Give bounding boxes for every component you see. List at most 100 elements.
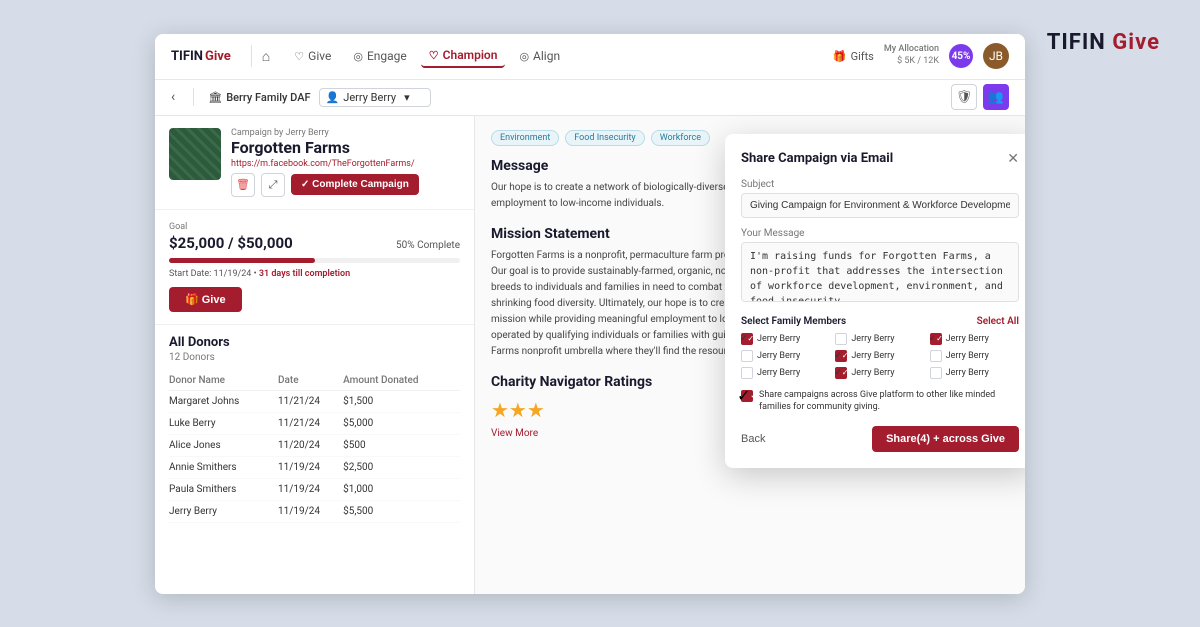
family-section-label: Select Family Members Select All [741,316,1019,327]
family-member-name: Jerry Berry [946,368,989,378]
nav-brand-tifin: TIFIN [171,49,203,64]
donor-name: Paula Smithers [169,478,278,500]
campaign-image [169,128,221,180]
shield-icon-btn[interactable]: 🛡 [951,84,977,110]
table-row: Margaret Johns 11/21/24 $1,500 [169,390,460,412]
select-all-link[interactable]: Select All [977,316,1019,327]
share-platforms: ✓ Share campaigns across Give platform t… [741,389,1019,414]
family-grid: ✓ Jerry Berry Jerry Berry ✓ Jerry Berry … [741,333,1019,379]
family-member-name: Jerry Berry [946,351,989,361]
message-textarea[interactable] [741,242,1019,302]
family-member-checkbox[interactable]: ✓ [930,333,942,345]
family-member: Jerry Berry [930,350,1019,362]
family-member-name: Jerry Berry [946,334,989,344]
col-donor-name: Donor Name [169,371,278,391]
goal-section: Goal $25,000 / $50,000 50% Complete Star… [155,210,474,325]
campaign-url[interactable]: https://m.facebook.com/TheForgottenFarms… [231,159,460,169]
donor-amount: $5,000 [343,412,460,434]
donor-name: Annie Smithers [169,456,278,478]
table-row: Luke Berry 11/21/24 $5,000 [169,412,460,434]
donor-name: Luke Berry [169,412,278,434]
donor-date: 11/19/24 [278,478,343,500]
modal-close-button[interactable]: ✕ [1007,150,1019,167]
family-member-checkbox[interactable]: ✓ [835,367,847,379]
family-member-checkbox[interactable]: ✓ [741,333,753,345]
allocation-block: My Allocation $ 5K / 12K [884,44,939,67]
delete-button[interactable]: 🗑 [231,173,255,197]
chevron-down-icon: ▾ [404,91,410,104]
nav-engage[interactable]: ◎ Engage [345,45,414,67]
user-select[interactable]: 👤 Jerry Berry ▾ [319,88,431,107]
daf-label: 🏛 Berry Family DAF [208,91,310,104]
share-button[interactable]: ⤢ [261,173,285,197]
nav-give[interactable]: ♡ Give [286,45,339,67]
family-member-name: Jerry Berry [851,368,894,378]
campaign-info: Campaign by Jerry Berry Forgotten Farms … [231,128,460,197]
family-member-checkbox[interactable] [741,367,753,379]
subject-input[interactable] [741,193,1019,218]
modal-header: Share Campaign via Email ✕ [741,150,1019,167]
goal-pct: 50% Complete [396,240,460,251]
nav-align[interactable]: ◎ Align [511,45,568,67]
champion-icon: ♡ [429,49,439,62]
share-platform-checkbox[interactable]: ✓ [741,390,753,402]
email-modal: Share Campaign via Email ✕ Subject Your … [725,134,1025,468]
nav-champion[interactable]: ♡ Champion [421,44,506,68]
users-icon-btn[interactable]: 👥 [983,84,1009,110]
engage-icon: ◎ [353,50,363,63]
left-panel: Campaign by Jerry Berry Forgotten Farms … [155,116,475,594]
donor-name: Alice Jones [169,434,278,456]
give-icon: ♡ [294,50,304,63]
family-member-checkbox[interactable]: ✓ [835,350,847,362]
family-member-checkbox[interactable] [835,333,847,345]
family-member-checkbox[interactable] [741,350,753,362]
donors-title: All Donors [169,335,460,350]
goal-label: Goal [169,222,460,232]
align-icon: ◎ [519,50,529,63]
donor-name: Jerry Berry [169,500,278,522]
family-member-name: Jerry Berry [851,351,894,361]
goal-dates: Start Date: 11/19/24 • 31 days till comp… [169,269,460,279]
complete-campaign-button[interactable]: ✓ Complete Campaign [291,174,419,195]
back-button[interactable]: ‹ [171,89,175,105]
family-member-checkbox[interactable] [930,367,942,379]
sub-nav: ‹ 🏛 Berry Family DAF 👤 Jerry Berry ▾ 🛡 👥 [155,80,1025,116]
share-primary-button[interactable]: Share(4) + across Give [872,426,1019,452]
donor-date: 11/19/24 [278,456,343,478]
table-row: Paula Smithers 11/19/24 $1,000 [169,478,460,500]
family-member: ✓ Jerry Berry [835,350,924,362]
sub-nav-divider [193,88,194,106]
col-amount: Amount Donated [343,371,460,391]
gifts-button[interactable]: 🎁 Gifts [833,50,874,63]
daf-icon: 🏛 [208,91,222,104]
days-left: 31 days till completion [259,269,350,279]
goal-amount: $25,000 / $50,000 [169,234,293,252]
family-member: ✓ Jerry Berry [741,333,830,345]
brand-give: Give [1112,30,1160,55]
family-member: Jerry Berry [930,367,1019,379]
message-label: Your Message [741,228,1019,239]
family-member-name: Jerry Berry [757,334,800,344]
campaign-header: Campaign by Jerry Berry Forgotten Farms … [155,116,474,210]
donor-amount: $500 [343,434,460,456]
gift-icon: 🎁 [833,50,847,63]
campaign-actions: 🗑 ⤢ ✓ Complete Campaign [231,173,460,197]
tag-environment: Environment [491,130,559,146]
give-button[interactable]: 🎁 Give [169,287,242,312]
home-icon[interactable]: ⌂ [262,48,270,65]
family-member: Jerry Berry [741,367,830,379]
family-member: Jerry Berry [835,333,924,345]
family-member-checkbox[interactable] [930,350,942,362]
modal-footer: Back Share(4) + across Give [741,426,1019,452]
tag-food-insecurity: Food Insecurity [565,130,644,146]
campaign-by: Campaign by Jerry Berry [231,128,460,138]
progress-bar-fill [169,258,315,263]
col-date: Date [278,371,343,391]
family-member: ✓ Jerry Berry [930,333,1019,345]
nav-right: 🎁 Gifts My Allocation $ 5K / 12K 45% JB [833,43,1009,69]
donors-table: Donor Name Date Amount Donated Margaret … [169,371,460,523]
family-member: Jerry Berry [741,350,830,362]
user-icon: 👤 [326,91,340,104]
back-button-modal[interactable]: Back [741,433,765,445]
avatar[interactable]: JB [983,43,1009,69]
